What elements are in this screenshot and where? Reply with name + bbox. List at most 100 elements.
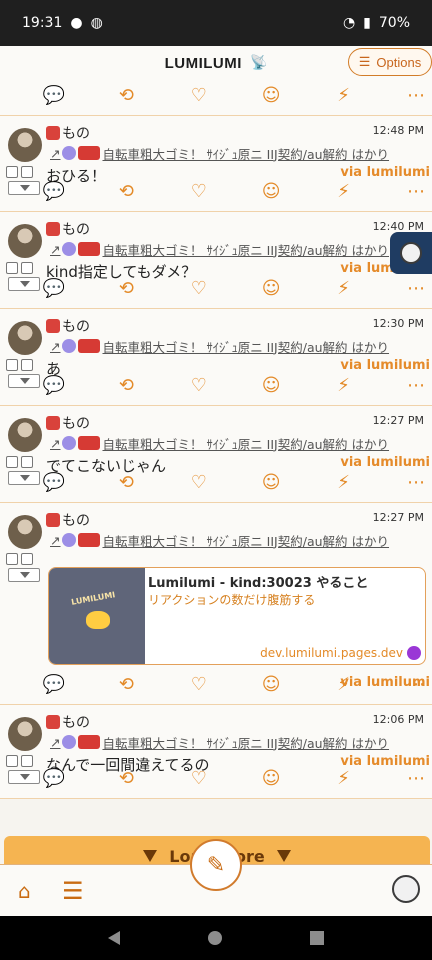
collapse-button[interactable] [8, 277, 40, 291]
emoji-add-icon[interactable]: ☺ [257, 768, 285, 789]
reply-avatar [62, 242, 77, 256]
menu-icon[interactable]: ☰ [62, 877, 84, 905]
emoji-add-icon[interactable]: ☺ [257, 85, 285, 106]
more-icon[interactable]: ⋯ [402, 85, 430, 106]
home-icon[interactable]: ⌂ [18, 879, 38, 903]
chat-icon[interactable]: 💬 [40, 375, 68, 396]
more-icon[interactable]: ⋯ [402, 278, 430, 299]
more-icon[interactable]: ⋯ [402, 375, 430, 396]
chat-icon[interactable]: 💬 [40, 181, 68, 202]
back-icon[interactable] [108, 931, 120, 945]
author-name[interactable]: もの [62, 413, 90, 433]
post-item[interactable]: もの 12:27 PM ↗ 自転車粗大ゴミ！ ｻｲｼﾞｭ原ニ IIJ契約/au解… [0, 503, 432, 705]
repost-icon[interactable]: ⟲ [112, 375, 140, 396]
collapse-button[interactable] [8, 181, 40, 195]
heart-icon[interactable]: ♡ [185, 768, 213, 789]
post-item[interactable]: もの 12:27 PM ↗ 自転車粗大ゴミ！ ｻｲｼﾞｭ原ニ IIJ契約/au解… [0, 406, 432, 503]
chat-icon[interactable]: 💬 [40, 85, 68, 106]
zap-icon[interactable]: ⚡ [330, 768, 358, 789]
reply-preview[interactable]: ↗ 自転車粗大ゴミ！ ｻｲｼﾞｭ原ニ IIJ契約/au解約 はかり [50, 337, 390, 355]
zap-icon[interactable]: ⚡ [330, 278, 358, 299]
avatar[interactable] [8, 418, 42, 452]
chat-icon[interactable]: 💬 [40, 472, 68, 493]
link-preview-card[interactable]: LUMILUMI Lumilumi - kind:30023 やること リアクシ… [48, 567, 426, 665]
avatar[interactable] [8, 128, 42, 162]
reply-preview[interactable]: ↗ 自転車粗大ゴミ！ ｻｲｼﾞｭ原ニ IIJ契約/au解約 はかり [50, 733, 390, 751]
collapse-button[interactable] [8, 770, 40, 784]
zap-icon[interactable]: ⚡ [330, 375, 358, 396]
more-icon[interactable]: ⋯ [402, 181, 430, 202]
author-name[interactable]: もの [62, 219, 90, 239]
chat-icon[interactable]: 💬 [40, 768, 68, 789]
reply-preview[interactable]: ↗ 自転車粗大ゴミ！ ｻｲｼﾞｭ原ニ IIJ契約/au解約 はかり [50, 144, 390, 162]
avatar [400, 242, 422, 264]
collapse-button[interactable] [8, 471, 40, 485]
heart-icon[interactable]: ♡ [185, 85, 213, 106]
collapse-button[interactable] [8, 568, 40, 582]
repost-icon[interactable]: ⟲ [112, 768, 140, 789]
more-icon[interactable]: ⋯ [402, 768, 430, 789]
chat-icon[interactable]: 💬 [40, 674, 68, 695]
recent-apps-icon[interactable] [310, 931, 324, 945]
avatar[interactable] [8, 717, 42, 751]
heart-icon[interactable]: ♡ [185, 674, 213, 695]
more-icon[interactable]: ⋯ [402, 674, 430, 695]
zap-icon[interactable]: ⚡ [330, 181, 358, 202]
zap-icon[interactable]: ⚡ [330, 472, 358, 493]
chevron-down-icon [276, 850, 291, 862]
post-actions: 💬 ⟲ ♡ ☺ ⚡ ⋯ [40, 470, 430, 494]
author-name[interactable]: もの [62, 712, 90, 732]
avatar[interactable] [8, 515, 42, 549]
repost-icon[interactable]: ⟲ [112, 278, 140, 299]
chat-icon[interactable]: 💬 [40, 278, 68, 299]
user-icons [6, 553, 42, 567]
card-domain-text: dev.lumilumi.pages.dev [260, 646, 403, 660]
emoji-add-icon[interactable]: ☺ [257, 674, 285, 695]
author-name[interactable]: もの [62, 123, 90, 143]
repost-icon[interactable]: ⟲ [112, 181, 140, 202]
radio-tower-icon[interactable]: 📡 [250, 55, 267, 71]
post-actions: 💬 ⟲ ♡ ☺ ⚡ ⋯ [40, 276, 430, 300]
repost-icon[interactable]: ⟲ [112, 472, 140, 493]
zap-icon[interactable]: ⚡ [330, 85, 358, 106]
collapse-button[interactable] [8, 374, 40, 388]
badge-icon [46, 513, 60, 527]
emoji-add-icon[interactable]: ☺ [257, 375, 285, 396]
more-icon[interactable]: ⋯ [402, 472, 430, 493]
drop-icon: ◍ [90, 15, 103, 31]
options-button[interactable]: ☰ Options [348, 48, 432, 76]
post-time: 12:27 PM [372, 511, 424, 524]
avatar[interactable] [8, 321, 42, 355]
home-dot-icon[interactable] [208, 931, 222, 945]
post-item[interactable]: もの 12:30 PM ↗ 自転車粗大ゴミ！ ｻｲｼﾞｭ原ニ IIJ契約/au解… [0, 309, 432, 406]
reply-preview[interactable]: ↗ 自転車粗大ゴミ！ ｻｲｼﾞｭ原ニ IIJ契約/au解約 はかり [50, 531, 390, 549]
emoji-add-icon[interactable]: ☺ [257, 181, 285, 202]
reply-preview[interactable]: ↗ 自転車粗大ゴミ！ ｻｲｼﾞｭ原ニ IIJ契約/au解約 はかり [50, 240, 390, 258]
avatar[interactable] [8, 224, 42, 258]
heart-icon[interactable]: ♡ [185, 375, 213, 396]
heart-icon[interactable]: ♡ [185, 472, 213, 493]
compose-button[interactable]: ✎ [190, 839, 242, 891]
post-item[interactable]: もの 12:06 PM ↗ 自転車粗大ゴミ！ ｻｲｼﾞｭ原ニ IIJ契約/au解… [0, 705, 432, 799]
reply-text: 自転車粗大ゴミ！ ｻｲｼﾞｭ原ニ IIJ契約/au解約 はかり [102, 146, 390, 162]
card-thumbnail: LUMILUMI [49, 568, 145, 664]
zap-icon[interactable]: ⚡ [330, 674, 358, 695]
profile-avatar[interactable] [392, 875, 420, 903]
post-item[interactable]: もの 12:48 PM ↗ 自転車粗大ゴミ！ ｻｲｼﾞｭ原ニ IIJ契約/au解… [0, 116, 432, 212]
author-name[interactable]: もの [62, 316, 90, 336]
reply-preview[interactable]: ↗ 自転車粗大ゴミ！ ｻｲｼﾞｭ原ニ IIJ契約/au解約 はかり [50, 434, 390, 452]
card-description: リアクションの数だけ腹筋する [148, 593, 316, 607]
badge-icon [46, 222, 60, 236]
floating-avatar-button[interactable] [390, 232, 432, 274]
card-title: Lumilumi - kind:30023 やること [148, 576, 369, 591]
post-item[interactable]: もの 12:40 PM ↗ 自転車粗大ゴミ！ ｻｲｼﾞｭ原ニ IIJ契約/au解… [0, 212, 432, 309]
repost-icon[interactable]: ⟲ [112, 85, 140, 106]
repost-icon[interactable]: ⟲ [112, 674, 140, 695]
author-name[interactable]: もの [62, 510, 90, 530]
emoji-add-icon[interactable]: ☺ [257, 472, 285, 493]
emoji-add-icon[interactable]: ☺ [257, 278, 285, 299]
heart-icon[interactable]: ♡ [185, 278, 213, 299]
post-time: 12:27 PM [372, 414, 424, 427]
app-title: LUMILUMI [164, 54, 242, 72]
heart-icon[interactable]: ♡ [185, 181, 213, 202]
